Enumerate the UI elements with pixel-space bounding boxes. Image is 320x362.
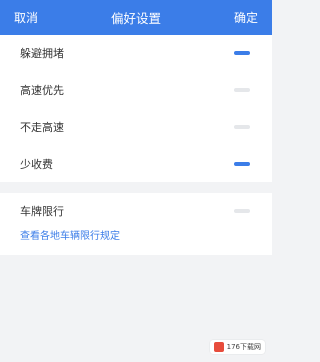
watermark-text: 176下载网 — [226, 343, 261, 351]
nav-bar: 取消 偏好设置 确定 — [0, 0, 272, 35]
preference-row-avoid-congestion[interactable]: 躲避拥堵 — [0, 35, 272, 72]
plate-restriction-section: 车牌限行 查看各地车辆限行规定 — [0, 193, 272, 255]
preference-label: 躲避拥堵 — [20, 47, 64, 61]
less-tolls-toggle[interactable] — [234, 161, 250, 166]
highway-first-toggle[interactable] — [234, 88, 250, 93]
section-divider — [0, 182, 272, 193]
preference-label: 不走高速 — [20, 120, 64, 134]
preference-row-highway-first[interactable]: 高速优先 — [0, 72, 272, 109]
avoid-highway-toggle[interactable] — [234, 124, 250, 129]
cancel-button[interactable]: 取消 — [14, 9, 38, 26]
avoid-congestion-toggle[interactable] — [234, 51, 250, 56]
confirm-button[interactable]: 确定 — [234, 9, 258, 26]
preferences-screen: 取消 偏好设置 确定 躲避拥堵 高速优先 不走高速 少收费 车牌限行 查看各地车… — [0, 0, 272, 362]
preference-row-avoid-highway[interactable]: 不走高速 — [0, 109, 272, 146]
page-title: 偏好设置 — [110, 11, 161, 26]
route-preferences-list: 躲避拥堵 高速优先 不走高速 少收费 — [0, 35, 272, 182]
preference-row-less-tolls[interactable]: 少收费 — [0, 145, 272, 182]
preference-label: 车牌限行 — [20, 205, 64, 218]
restriction-rules-link[interactable]: 查看各地车辆限行规定 — [0, 229, 272, 251]
preference-label: 少收费 — [20, 157, 53, 171]
watermark-logo-icon — [213, 342, 224, 352]
plate-restriction-toggle[interactable] — [234, 209, 250, 213]
watermark: 176下载网 — [209, 340, 265, 354]
preference-row-plate-restriction[interactable]: 车牌限行 — [0, 193, 272, 229]
preference-label: 高速优先 — [20, 84, 64, 98]
